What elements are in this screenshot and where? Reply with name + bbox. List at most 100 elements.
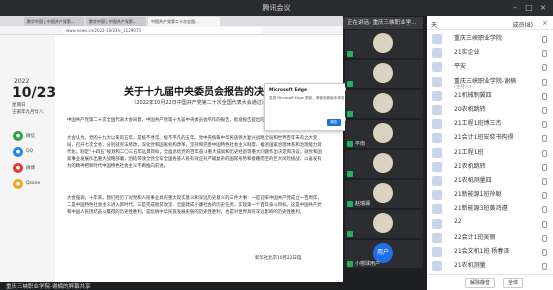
participant-name: 21新能源3班黄鸿遵 [454, 205, 508, 213]
mic-icon[interactable] [542, 249, 547, 256]
mic-icon[interactable] [542, 121, 547, 129]
calendar-panel: 2022 10/23 星期日 壬寅年九月廿八 ● 微信 ● QQ ● 微博 ● … [0, 35, 57, 282]
mic-icon[interactable] [542, 149, 547, 157]
participant-row[interactable]: 21工程1班 [427, 146, 553, 160]
mic-icon[interactable] [542, 135, 547, 143]
calendar-weekday: 星期日 [12, 103, 26, 108]
participant-row[interactable]: 21实企业 [427, 46, 553, 60]
participant-row[interactable]: 22会计1班吴丽 [427, 231, 553, 245]
participant-name: 21会计1班安奕书构得 [454, 134, 514, 142]
participant-row[interactable]: 21农机测量 [427, 259, 553, 273]
participant-name: 21农机跳转 [454, 162, 486, 170]
avatar [432, 147, 442, 158]
video-tile[interactable] [345, 30, 423, 58]
mic-icon [347, 141, 353, 147]
participant-row[interactable]: 21机械制冀四 [427, 89, 553, 103]
participant-row[interactable]: 平安 [427, 60, 553, 74]
maximize-icon[interactable]: □ [524, 3, 534, 13]
avatar [373, 153, 393, 173]
video-tile[interactable] [345, 60, 423, 88]
browser-tab-1[interactable]: 数字中国 | 中国共产党第... [24, 17, 84, 26]
share-app-label: Qzone [26, 181, 41, 186]
close-icon[interactable]: × [542, 19, 548, 27]
article-paragraph: 大会认为，党的十九大以来的五年，是极不寻常、极不平凡的五年。党中央统筹中华民族伟… [67, 136, 322, 169]
mic-icon[interactable] [542, 263, 547, 271]
participant-row[interactable]: 20农机跳转 [427, 103, 553, 117]
browser-tab-3[interactable]: 中国共产党第二十次全国... [148, 17, 220, 26]
mic-icon[interactable] [542, 36, 547, 43]
article-paragraph: 大会强调，十年来，我们经历了对党和人民事业具有重大现实意义和深远历史意义的三件大… [67, 196, 322, 215]
mic-icon [347, 81, 353, 87]
qzone-icon[interactable]: ● [13, 179, 23, 189]
avatar [373, 123, 393, 143]
participant-name: 21农机测量 [454, 262, 486, 270]
mic-icon[interactable] [542, 206, 547, 214]
participant-row[interactable]: 21农机测量四 [427, 174, 553, 188]
participant-row[interactable]: 重庆三峡职业学院 [427, 32, 553, 46]
avatar [432, 232, 442, 243]
participant-row[interactable]: 21工程1班博三杰 [427, 117, 553, 131]
avatar [373, 63, 393, 83]
mic-icon[interactable] [542, 192, 547, 200]
participant-row[interactable]: 21新能源1班孙聪 [427, 188, 553, 202]
popup-title: Microsoft Edge [269, 88, 308, 93]
article-signature: 新华社北京10月22日电 [255, 256, 302, 261]
minimize-icon[interactable]: – [510, 3, 520, 13]
mic-icon[interactable] [542, 92, 547, 100]
close-icon[interactable]: × [538, 3, 548, 13]
video-tile[interactable]: 用户 小榕球用户 [345, 240, 423, 268]
participant-row[interactable]: 重庆三峡职业学院-谢楠 (主持人) [427, 75, 553, 90]
panel-tab[interactable]: 天 [431, 20, 437, 29]
unmute-all-button[interactable]: 解除静音 [465, 278, 496, 288]
avatar [432, 90, 442, 101]
browser-tab-strip: 数字中国 | 中国共产党第... 数字中国 | 中国共产党第... 中国共产党第… [0, 16, 343, 26]
participant-row[interactable]: 21会文机1班 杨春泽 [427, 245, 553, 259]
participant-row[interactable]: 21新能源3班黄鸿遵 [427, 202, 553, 216]
mic-icon[interactable] [542, 234, 547, 242]
participant-name: 22会计1班吴丽 [454, 233, 496, 241]
participant-row[interactable]: 21会计1班安奕书构得 [427, 131, 553, 145]
weibo-icon[interactable]: ● [13, 163, 23, 173]
mic-icon [347, 111, 353, 117]
tile-name: 小榕球用户 [355, 261, 381, 267]
participant-name: 重庆三峡职业学院 [454, 35, 503, 42]
mic-icon[interactable] [542, 50, 547, 58]
video-tile[interactable]: 平南 [345, 120, 423, 148]
avatar [432, 62, 442, 73]
calendar-year: 2022 [14, 78, 30, 85]
tile-name: 赵瑞澜 [355, 201, 371, 207]
avatar [432, 34, 442, 44]
participant-row[interactable]: 22 [427, 217, 553, 231]
avatar [373, 213, 393, 233]
calendar-date: 10/23 [12, 85, 57, 101]
presenter-name: 重庆三峡职业学院-谢楠的屏幕共享 [6, 284, 91, 290]
address-bar[interactable]: www.news.cn/2022-10/23/c_1129075 [62, 27, 262, 34]
browser-tab-2[interactable]: 数字中国 | 中国共产党第... [86, 17, 146, 26]
video-tile[interactable] [345, 210, 423, 238]
more-button[interactable]: 全体 [503, 278, 524, 288]
avatar [432, 190, 442, 201]
mic-icon[interactable] [542, 163, 547, 171]
mic-icon[interactable] [542, 220, 547, 228]
participant-row[interactable]: 21农机跳转 [427, 160, 553, 174]
popup-ok-button[interactable]: 确定 [327, 119, 341, 126]
qq-icon[interactable]: ● [13, 147, 23, 157]
video-tile[interactable] [345, 150, 423, 178]
avatar [432, 204, 442, 215]
participant-name: 21机械制冀四 [454, 91, 492, 99]
mic-icon[interactable] [542, 178, 547, 185]
speaking-indicator: 正在讲话: 重庆三峡职业学... [343, 17, 423, 29]
video-tile[interactable]: 赵瑞澜 [345, 180, 423, 208]
participant-name: 21工程1班 [454, 148, 484, 156]
update-popup: Microsoft Edge 发现 Microsoft Edge 更新，请使用新… [264, 83, 346, 131]
avatar [373, 33, 393, 53]
avatar [432, 161, 442, 172]
participant-name: 20农机跳转 [454, 106, 486, 113]
mic-icon[interactable] [542, 64, 547, 72]
mic-icon[interactable] [542, 107, 547, 114]
participant-name: 21会文机1班 杨春泽 [454, 248, 510, 255]
wechat-icon[interactable]: ● [13, 131, 23, 141]
mic-icon[interactable] [542, 78, 547, 86]
video-tile[interactable] [345, 90, 423, 118]
panel-footer: 解除静音 全体 [427, 274, 553, 290]
